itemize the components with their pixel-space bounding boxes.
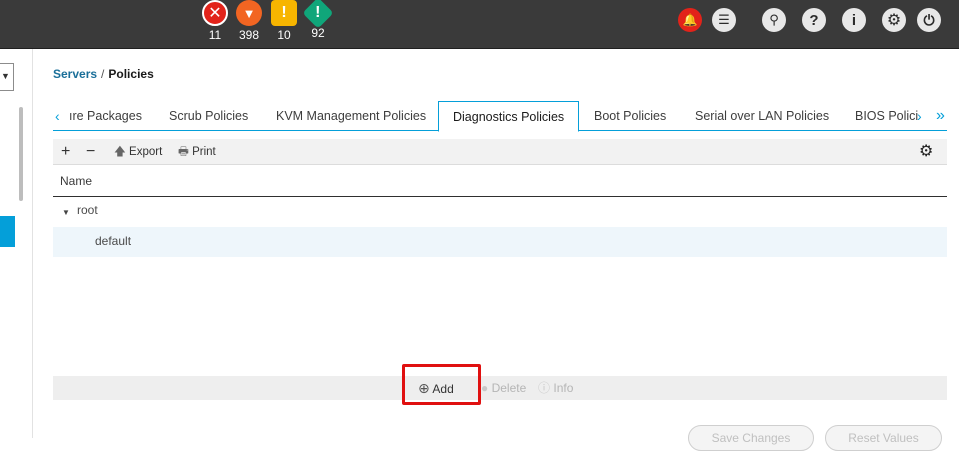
- table-row[interactable]: default: [53, 227, 947, 257]
- help-icon[interactable]: ?: [802, 8, 826, 32]
- warning-fault-count: 92: [311, 26, 325, 40]
- table-toolbar: + − 🡅 Export 🖶 Print ⚙: [53, 139, 947, 165]
- chevron-left-icon[interactable]: ‹: [55, 101, 60, 131]
- row-default-label: default: [95, 234, 132, 248]
- chevron-down-icon: ▼: [1, 71, 10, 81]
- warning-faults[interactable]: ! 92: [298, 0, 338, 40]
- nav-dropdown[interactable]: ▼: [0, 63, 14, 91]
- info-button[interactable]: ⓘ Info: [538, 376, 573, 400]
- tab-scrub-policies[interactable]: Scrub Policies: [169, 101, 248, 131]
- breadcrumb-current: Policies: [108, 67, 154, 81]
- delete-icon: ●: [481, 381, 489, 395]
- tab-boot-policies[interactable]: Boot Policies: [594, 101, 666, 131]
- major-fault-icon: ▼: [236, 0, 262, 26]
- minor-fault-icon: !: [271, 0, 297, 26]
- footer-actions: ⊕ Add ● Delete ⓘ Info: [53, 376, 947, 400]
- info-label: Info: [553, 381, 574, 395]
- logout-icon[interactable]: ⏻: [917, 8, 941, 32]
- column-name[interactable]: Name: [60, 174, 92, 188]
- table-row[interactable]: ▼ root: [53, 197, 947, 227]
- task-list-icon[interactable]: ☰: [712, 8, 736, 32]
- print-label: Print: [192, 146, 216, 158]
- save-changes-button[interactable]: Save Changes: [688, 425, 814, 451]
- export-label: Export: [129, 146, 163, 158]
- delete-label: Delete: [491, 381, 527, 395]
- add-icon[interactable]: +: [61, 139, 70, 165]
- breadcrumb: Servers / Policies: [53, 67, 154, 81]
- tab-firmware-packages[interactable]: ıre Packages: [69, 101, 142, 131]
- policy-tabs: ‹ ıre Packages Scrub Policies KVM Manage…: [53, 101, 947, 132]
- reset-values-button[interactable]: Reset Values: [825, 425, 942, 451]
- left-navigation: ▼: [0, 49, 33, 438]
- table-settings-gear-icon[interactable]: ⚙: [919, 139, 933, 165]
- highlight-box: [402, 364, 481, 405]
- nav-selected-item[interactable]: [0, 216, 15, 247]
- alarm-bell-icon[interactable]: 🔔: [678, 8, 702, 32]
- breadcrumb-separator: /: [101, 67, 105, 81]
- table-header: Name: [53, 166, 947, 197]
- gear-icon[interactable]: ⚙: [882, 8, 906, 32]
- chevron-right-icon[interactable]: ›: [917, 101, 922, 131]
- printer-icon: 🖶: [178, 146, 189, 158]
- search-icon[interactable]: ⚲: [762, 8, 786, 32]
- tab-kvm-management-policies[interactable]: KVM Management Policies: [276, 101, 426, 131]
- export-button[interactable]: 🡅 Export: [114, 139, 162, 165]
- top-bar: ✕ 11 ▼ 398 ! 10 ! 92 🔔 ☰ ⚲ ? i ⚙ ⏻: [0, 0, 959, 49]
- print-button[interactable]: 🖶 Print: [178, 139, 216, 165]
- info-icon[interactable]: i: [842, 8, 866, 32]
- major-fault-count: 398: [238, 28, 260, 42]
- breadcrumb-servers[interactable]: Servers: [53, 67, 97, 81]
- delete-button[interactable]: ● Delete: [481, 376, 526, 400]
- critical-fault-icon: ✕: [202, 0, 228, 26]
- arrow-up-icon: 🡅: [114, 146, 126, 158]
- info-circle-icon: ⓘ: [538, 381, 551, 395]
- warning-fault-icon: !: [302, 0, 334, 29]
- remove-icon[interactable]: −: [86, 139, 95, 165]
- row-root-label: root: [77, 203, 98, 217]
- major-faults[interactable]: ▼ 398: [229, 0, 269, 42]
- tab-serial-over-lan-policies[interactable]: Serial over LAN Policies: [695, 101, 829, 131]
- expand-triangle-icon[interactable]: ▼: [62, 208, 70, 217]
- tab-diagnostics-policies[interactable]: Diagnostics Policies: [438, 101, 580, 132]
- double-chevron-right-icon[interactable]: »: [936, 101, 945, 131]
- nav-scrollbar[interactable]: [19, 107, 23, 201]
- tab-bios-policies[interactable]: BIOS Polici: [855, 101, 918, 131]
